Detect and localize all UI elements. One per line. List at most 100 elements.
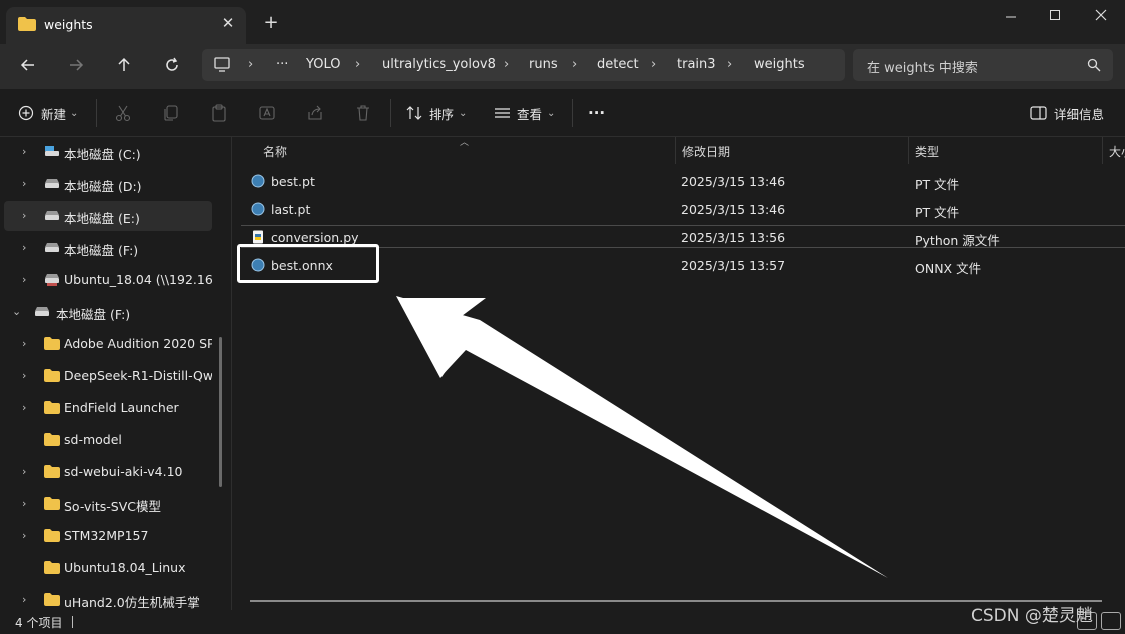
breadcrumb-overflow[interactable]: ··· [276, 57, 288, 72]
new-button[interactable]: 新建 ⌄ [18, 102, 78, 124]
chevron-right-icon: › [355, 57, 361, 72]
annotation-highlight-box [237, 244, 379, 283]
sidebar-item[interactable]: › Adobe Audition 2020 SP [4, 329, 212, 359]
chevron-right-icon[interactable]: › [22, 209, 34, 223]
file-type: PT 文件 [915, 177, 960, 192]
chevron-right-icon[interactable]: › [22, 241, 34, 255]
sidebar-item[interactable]: › sd-webui-aki-v4.10 [4, 457, 212, 487]
trash-icon [357, 105, 369, 121]
share-button[interactable] [306, 102, 324, 124]
up-button[interactable] [111, 53, 137, 79]
column-header-size[interactable]: 大小 [1103, 137, 1125, 164]
folder-icon [44, 529, 60, 543]
chevron-right-icon: › [727, 57, 733, 72]
refresh-button[interactable] [159, 53, 185, 79]
sidebar-item[interactable]: › DeepSeek-R1-Distill-Qwe [4, 361, 212, 391]
folder-icon [18, 17, 36, 31]
rename-button[interactable] [258, 102, 276, 124]
tab-title: weights [44, 17, 93, 32]
sidebar-item-label: 本地磁盘 (E:) [64, 211, 140, 226]
breadcrumb-train3[interactable]: train3 [677, 57, 716, 72]
folder-icon [44, 593, 60, 607]
chevron-right-icon[interactable]: › [22, 497, 34, 511]
chevron-right-icon[interactable]: › [22, 273, 34, 287]
sidebar-item[interactable]: › Ubuntu_18.04 (\\192.168.3 [4, 265, 212, 295]
breadcrumb-runs[interactable]: runs [529, 57, 558, 72]
chevron-right-icon: › [248, 57, 254, 72]
chevron-right-icon: › [651, 57, 657, 72]
sort-button[interactable]: 排序 ⌄ [406, 102, 467, 124]
chevron-right-icon[interactable]: › [22, 529, 34, 543]
chevron-right-icon[interactable]: › [22, 337, 34, 351]
drive-icon [44, 241, 60, 255]
arrow-right-icon [70, 59, 84, 71]
sidebar-item[interactable]: › 本地磁盘 (F:) [4, 233, 212, 263]
sidebar-item[interactable]: ⌄ 本地磁盘 (F:) [4, 297, 212, 327]
column-header-date[interactable]: 修改日期 [676, 137, 909, 164]
sidebar-item[interactable]: › STM32MP157 [4, 521, 212, 551]
drive-icon [44, 177, 60, 191]
sidebar-item-label: EndField Launcher [64, 400, 179, 415]
breadcrumb-ultralytics[interactable]: ultralytics_yolov8 [382, 57, 496, 72]
breadcrumb-yolo[interactable]: YOLO [306, 57, 340, 72]
chevron-right-icon[interactable]: › [22, 401, 34, 415]
generic-file-icon [251, 174, 265, 188]
folder-icon [44, 433, 60, 447]
copy-button[interactable] [162, 102, 180, 124]
sidebar-item[interactable]: Ubuntu18.04_Linux [4, 553, 212, 583]
item-count: 4 个项目 [15, 616, 63, 630]
chevron-right-icon[interactable]: › [22, 177, 34, 191]
column-header-name[interactable]: 名称 [257, 137, 676, 164]
sidebar-item-label: uHand2.0仿生机械手掌 [64, 595, 200, 610]
folder-icon [44, 337, 60, 351]
sidebar-item-label: sd-webui-aki-v4.10 [64, 464, 183, 479]
paste-button[interactable] [210, 102, 228, 124]
chevron-down-icon[interactable]: ⌄ [12, 305, 24, 319]
sidebar-item-label: 本地磁盘 (C:) [64, 147, 141, 162]
rename-icon [259, 106, 275, 120]
chevron-right-icon[interactable]: › [22, 369, 34, 383]
network-drive-icon [44, 273, 60, 287]
close-window-button[interactable] [1090, 6, 1112, 26]
divider [390, 99, 391, 127]
delete-button[interactable] [354, 102, 372, 124]
close-tab-icon[interactable]: ✕ [220, 15, 236, 31]
cut-button[interactable] [114, 102, 132, 124]
address-bar[interactable]: › ··· YOLO › ultralytics_yolov8 › runs ›… [202, 49, 845, 81]
details-pane-icon [1030, 106, 1047, 120]
breadcrumb-weights[interactable]: weights [754, 57, 805, 72]
view-label: 查看 [517, 106, 543, 122]
chevron-right-icon[interactable]: › [22, 593, 34, 607]
file-row[interactable]: best.pt 2025/3/15 13:46 PT 文件 [241, 167, 1125, 195]
sidebar-item[interactable]: › 本地磁盘 (D:) [4, 169, 212, 199]
more-options-button[interactable]: ··· [588, 102, 605, 124]
search-icon [1087, 58, 1101, 72]
sidebar-item[interactable]: sd-model [4, 425, 212, 455]
new-tab-button[interactable]: + [262, 14, 280, 32]
back-button[interactable] [15, 53, 41, 79]
sidebar-item[interactable]: › EndField Launcher [4, 393, 212, 423]
column-header-type[interactable]: 类型 [909, 137, 1103, 164]
forward-button[interactable] [63, 53, 89, 79]
chevron-right-icon[interactable]: › [22, 145, 34, 159]
file-row[interactable]: last.pt 2025/3/15 13:46 PT 文件 [241, 195, 1125, 223]
generic-file-icon [251, 202, 265, 216]
sidebar-item[interactable]: › 本地磁盘 (C:) [4, 137, 212, 167]
sidebar-item[interactable]: › So-vits-SVC模型 [4, 489, 212, 519]
minimize-button[interactable] [1000, 6, 1022, 26]
sidebar-item[interactable]: › 本地磁盘 (E:) [4, 201, 212, 231]
search-box[interactable]: 在 weights 中搜索 [853, 49, 1113, 81]
sidebar-item-label: Adobe Audition 2020 SP [64, 336, 212, 351]
new-label: 新建 [41, 106, 67, 122]
details-pane-button[interactable]: 详细信息 [1030, 102, 1104, 124]
tiles-view-button[interactable] [1101, 612, 1121, 630]
breadcrumb-detect[interactable]: detect [597, 57, 639, 72]
sidebar-scrollbar[interactable] [219, 337, 222, 487]
chevron-right-icon[interactable]: › [22, 465, 34, 479]
maximize-button[interactable] [1044, 6, 1066, 26]
arrow-up-icon [118, 57, 130, 71]
title-bar: weights ✕ + [0, 0, 1125, 44]
navigation-pane: › 本地磁盘 (C:) › 本地磁盘 (D:) › 本地磁盘 (E:) › 本地磁盘 (F:)… [0, 137, 232, 610]
tab-weights[interactable]: weights ✕ [6, 7, 246, 44]
view-button[interactable]: 查看 ⌄ [494, 102, 555, 124]
